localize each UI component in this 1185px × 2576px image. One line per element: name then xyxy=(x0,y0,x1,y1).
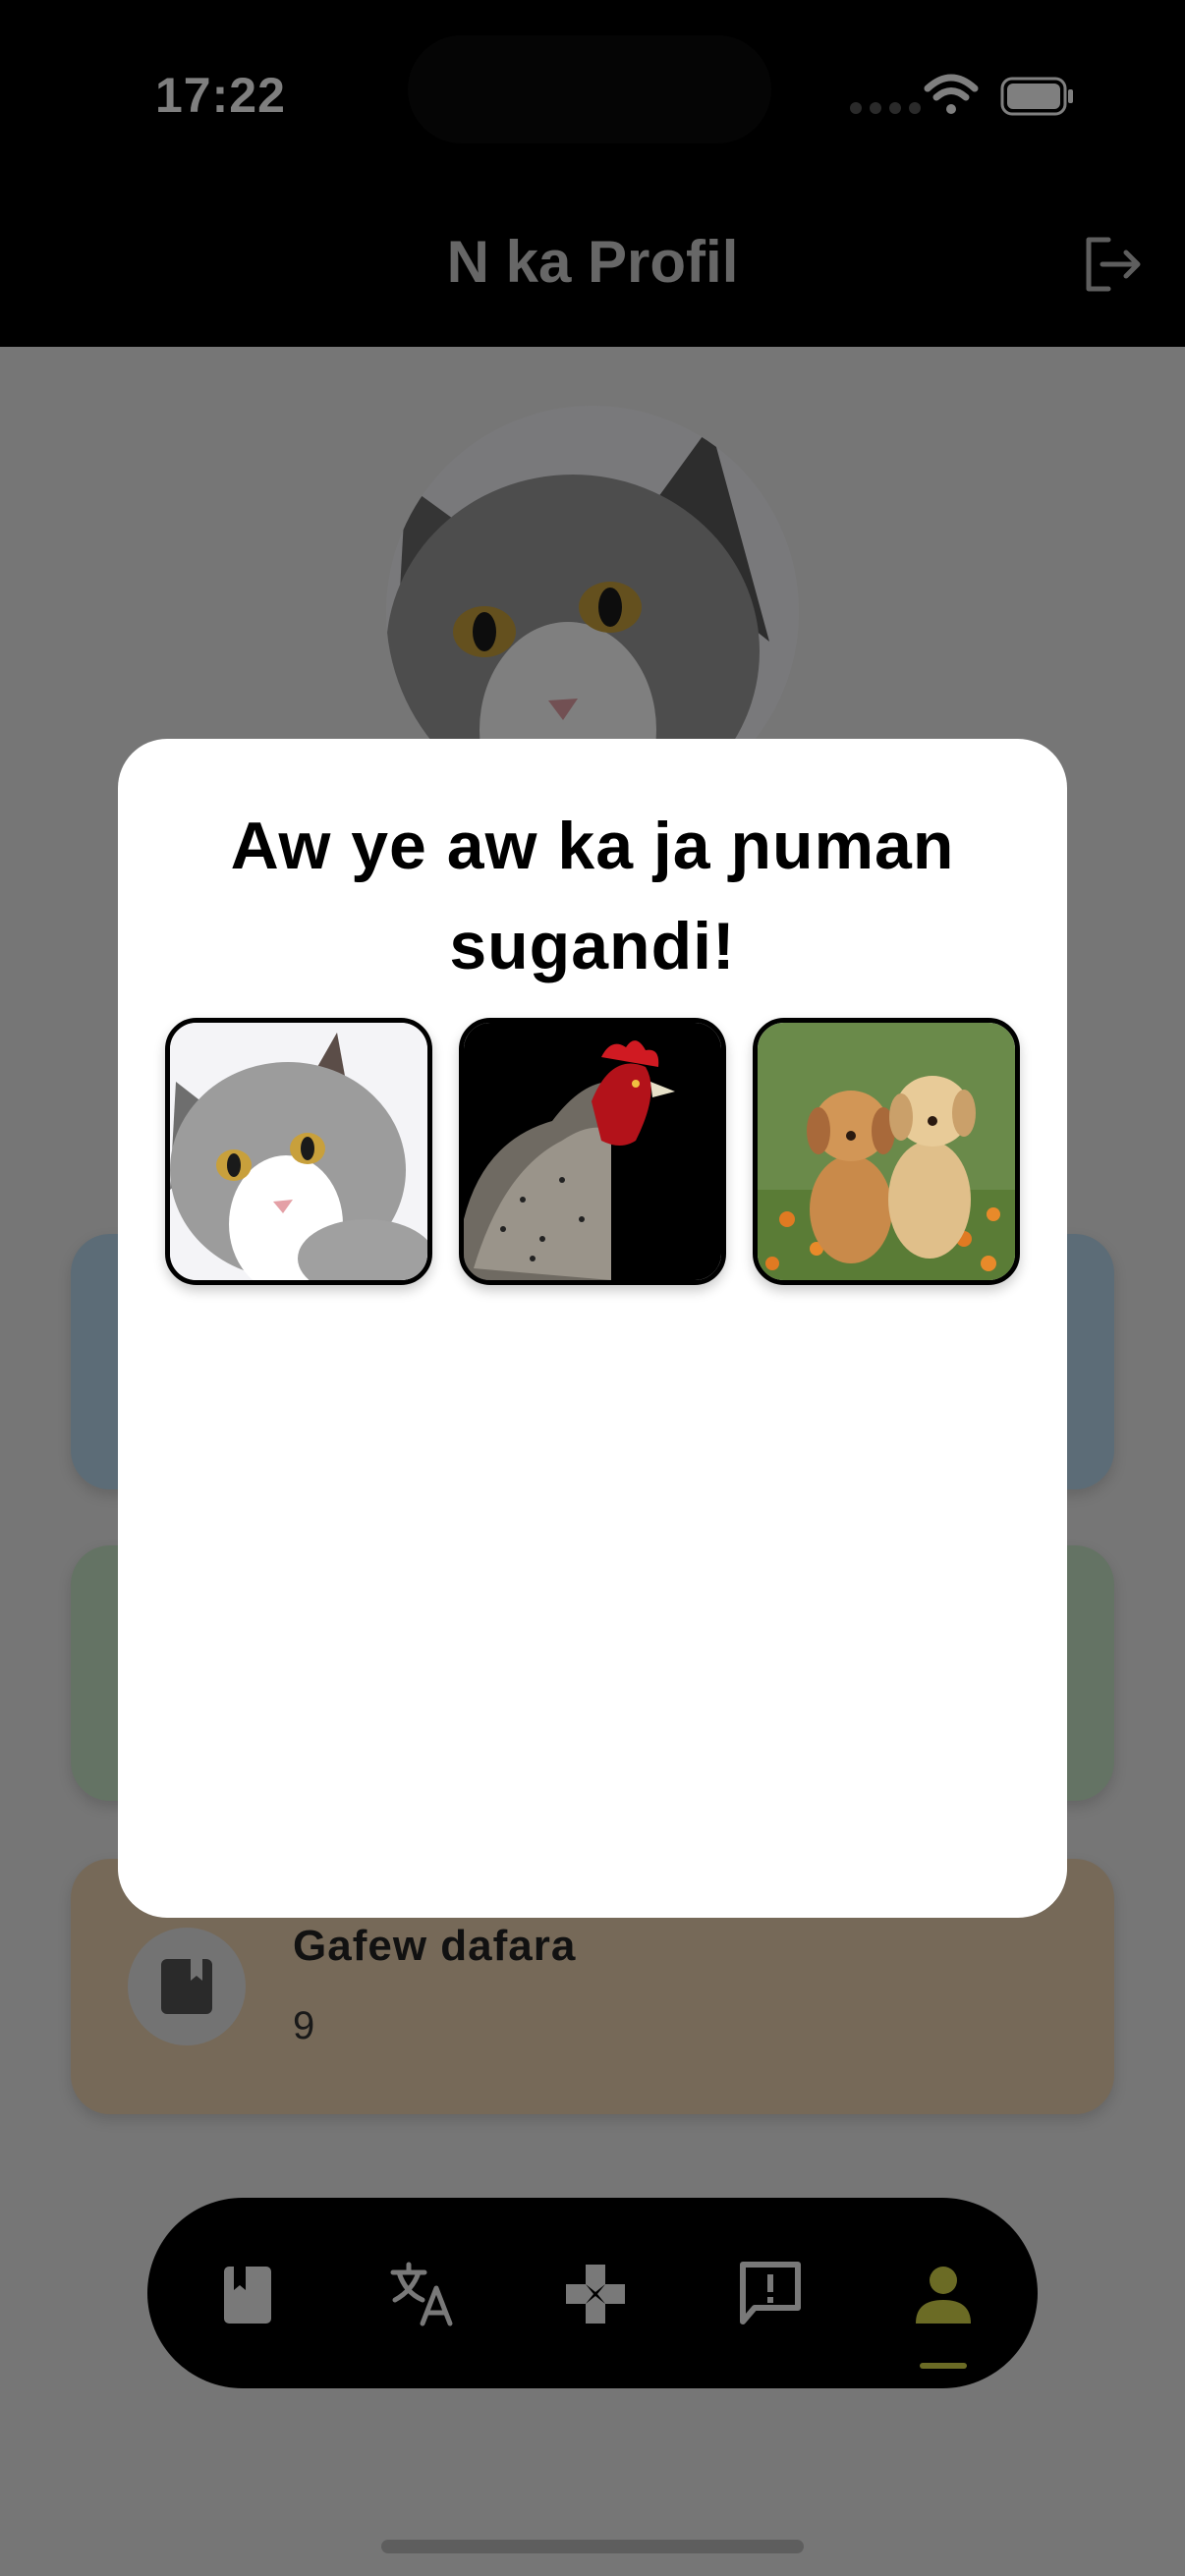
puppies-option[interactable] xyxy=(753,1018,1020,1285)
choose-avatar-modal: Aw ye aw ka ja ɲuman sugandi! xyxy=(118,739,1067,1918)
chicken-option[interactable] xyxy=(459,1018,726,1285)
modal-title: Aw ye aw ka ja ɲuman sugandi! xyxy=(230,809,955,983)
cat-image-icon xyxy=(170,1023,427,1280)
puppies-image-icon xyxy=(758,1023,1015,1280)
chicken-image-icon xyxy=(464,1023,721,1280)
cat-option[interactable] xyxy=(165,1018,432,1285)
